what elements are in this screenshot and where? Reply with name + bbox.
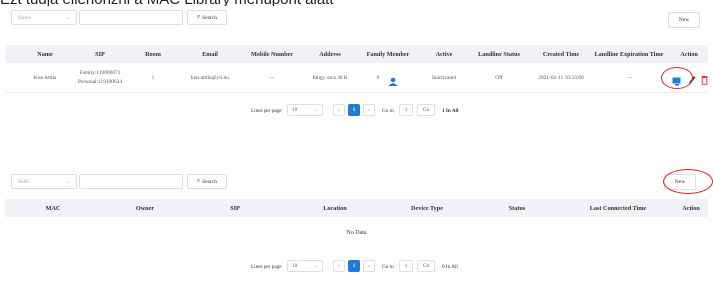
mac-table-header: MAC Owner SIP Location Device Type Statu…: [5, 199, 708, 217]
next-page-button[interactable]: ›: [363, 260, 375, 272]
goto-label: Go to: [382, 264, 394, 270]
next-page-button[interactable]: ›: [363, 104, 375, 116]
search-button[interactable]: ⌕ Search: [187, 174, 227, 189]
chevron-down-icon: ⌄: [64, 179, 70, 185]
lines-per-page-value: 10: [292, 107, 298, 113]
delete-icon[interactable]: [701, 72, 708, 90]
cell-family-member: 0: [376, 75, 380, 81]
lines-per-page-select[interactable]: 10 ⌄: [287, 260, 323, 272]
search-button[interactable]: ⌕ Search: [187, 10, 227, 25]
total-count: 1 In All: [442, 108, 459, 114]
cell-sip-family: Family:119000071: [79, 70, 121, 76]
filter-select[interactable]: MAC ⌄: [11, 174, 77, 189]
cell-created-time: 2021-02-11 10:33:00: [538, 75, 584, 81]
cell-address: Ibligy utca 30 B: [312, 75, 348, 81]
total-count: 0 In All: [442, 264, 458, 270]
cell-landline-expiration: --: [628, 75, 632, 81]
col-header: Family Member: [366, 50, 410, 58]
table-row: Kiss Attila Family:119000071 Personal:11…: [5, 64, 708, 93]
col-header: Landline Status: [478, 50, 520, 58]
lines-per-page-label: Lines per page: [251, 264, 282, 270]
col-header: Status: [508, 204, 526, 212]
page-number[interactable]: 1: [348, 104, 360, 116]
col-header: Room: [145, 50, 161, 58]
col-header: Landline Expiration Time: [594, 50, 664, 58]
residents-panel: Name ⌄ ⌕ Search New Name SIP Room Email …: [5, 6, 708, 132]
col-header: Address: [319, 50, 341, 58]
cell-email: kiss.attila@yli.hu: [191, 75, 229, 81]
cell-active: Inactivated: [432, 75, 456, 81]
col-header: Device Type: [411, 204, 443, 212]
filter-select[interactable]: Name ⌄: [11, 10, 77, 25]
col-header: Action: [682, 204, 700, 212]
highlight-oval: [661, 67, 693, 89]
prev-page-button[interactable]: ‹: [333, 104, 345, 116]
search-input[interactable]: [79, 174, 183, 189]
residents-toolbar: Name ⌄ ⌕ Search New: [5, 6, 708, 36]
col-header: Action: [680, 50, 698, 58]
col-header: Mobile Number: [250, 50, 294, 58]
cell-sip-personal: Personal:119100634: [77, 79, 123, 85]
col-header: Location: [323, 204, 347, 212]
col-header: Name: [37, 50, 53, 58]
mac-pagination: Lines per page 10 ⌄ ‹ 1 › Go to 1 Go 0 I…: [5, 259, 708, 275]
filter-select-value: MAC: [18, 178, 31, 185]
col-header: MAC: [45, 204, 61, 212]
lines-per-page-select[interactable]: 10 ⌄: [287, 104, 323, 116]
col-header: Created Time: [542, 50, 580, 58]
col-header: Email: [202, 50, 218, 58]
page-number[interactable]: 1: [348, 260, 360, 272]
goto-input[interactable]: 1: [399, 260, 413, 272]
col-header: Owner: [135, 204, 155, 212]
empty-state: No Data: [346, 230, 367, 236]
goto-label: Go to: [382, 108, 394, 114]
mac-toolbar: MAC ⌄ ⌕ Search New: [5, 166, 708, 196]
search-input[interactable]: [79, 10, 183, 25]
cell-name: Kiss Attila: [33, 75, 57, 81]
lines-per-page-value: 10: [292, 263, 298, 269]
residents-pagination: Lines per page 10 ⌄ ‹ 1 › Go to 1 Go 1 I…: [5, 103, 708, 119]
col-header: SIP: [95, 50, 105, 58]
cell-room: 1: [151, 75, 155, 81]
col-header: SIP: [230, 204, 240, 212]
col-header: Active: [435, 50, 453, 58]
search-icon: ⌕: [196, 14, 201, 20]
highlight-oval: [663, 169, 713, 194]
go-button[interactable]: Go: [417, 104, 435, 116]
residents-table-header: Name SIP Room Email Mobile Number Addres…: [5, 45, 708, 63]
search-icon: ⌕: [196, 178, 201, 184]
goto-input[interactable]: 1: [399, 104, 413, 116]
chevron-down-icon: ⌄: [64, 15, 70, 21]
cell-landline-status: Off: [495, 75, 503, 81]
prev-page-button[interactable]: ‹: [333, 260, 345, 272]
go-button[interactable]: Go: [417, 260, 435, 272]
filter-select-value: Name: [18, 14, 32, 21]
cell-mobile: --: [270, 75, 274, 81]
col-header: Last Connected Time: [589, 204, 647, 212]
chevron-down-icon: ⌄: [313, 263, 318, 269]
family-member-icon[interactable]: [388, 73, 398, 91]
chevron-down-icon: ⌄: [313, 107, 318, 113]
search-button-label: Search: [202, 178, 218, 185]
search-button-label: Search: [202, 14, 218, 21]
lines-per-page-label: Lines per page: [251, 108, 282, 114]
new-button[interactable]: New: [668, 12, 700, 28]
mac-library-panel: MAC ⌄ ⌕ Search New MAC Owner SIP Locatio…: [5, 166, 713, 288]
